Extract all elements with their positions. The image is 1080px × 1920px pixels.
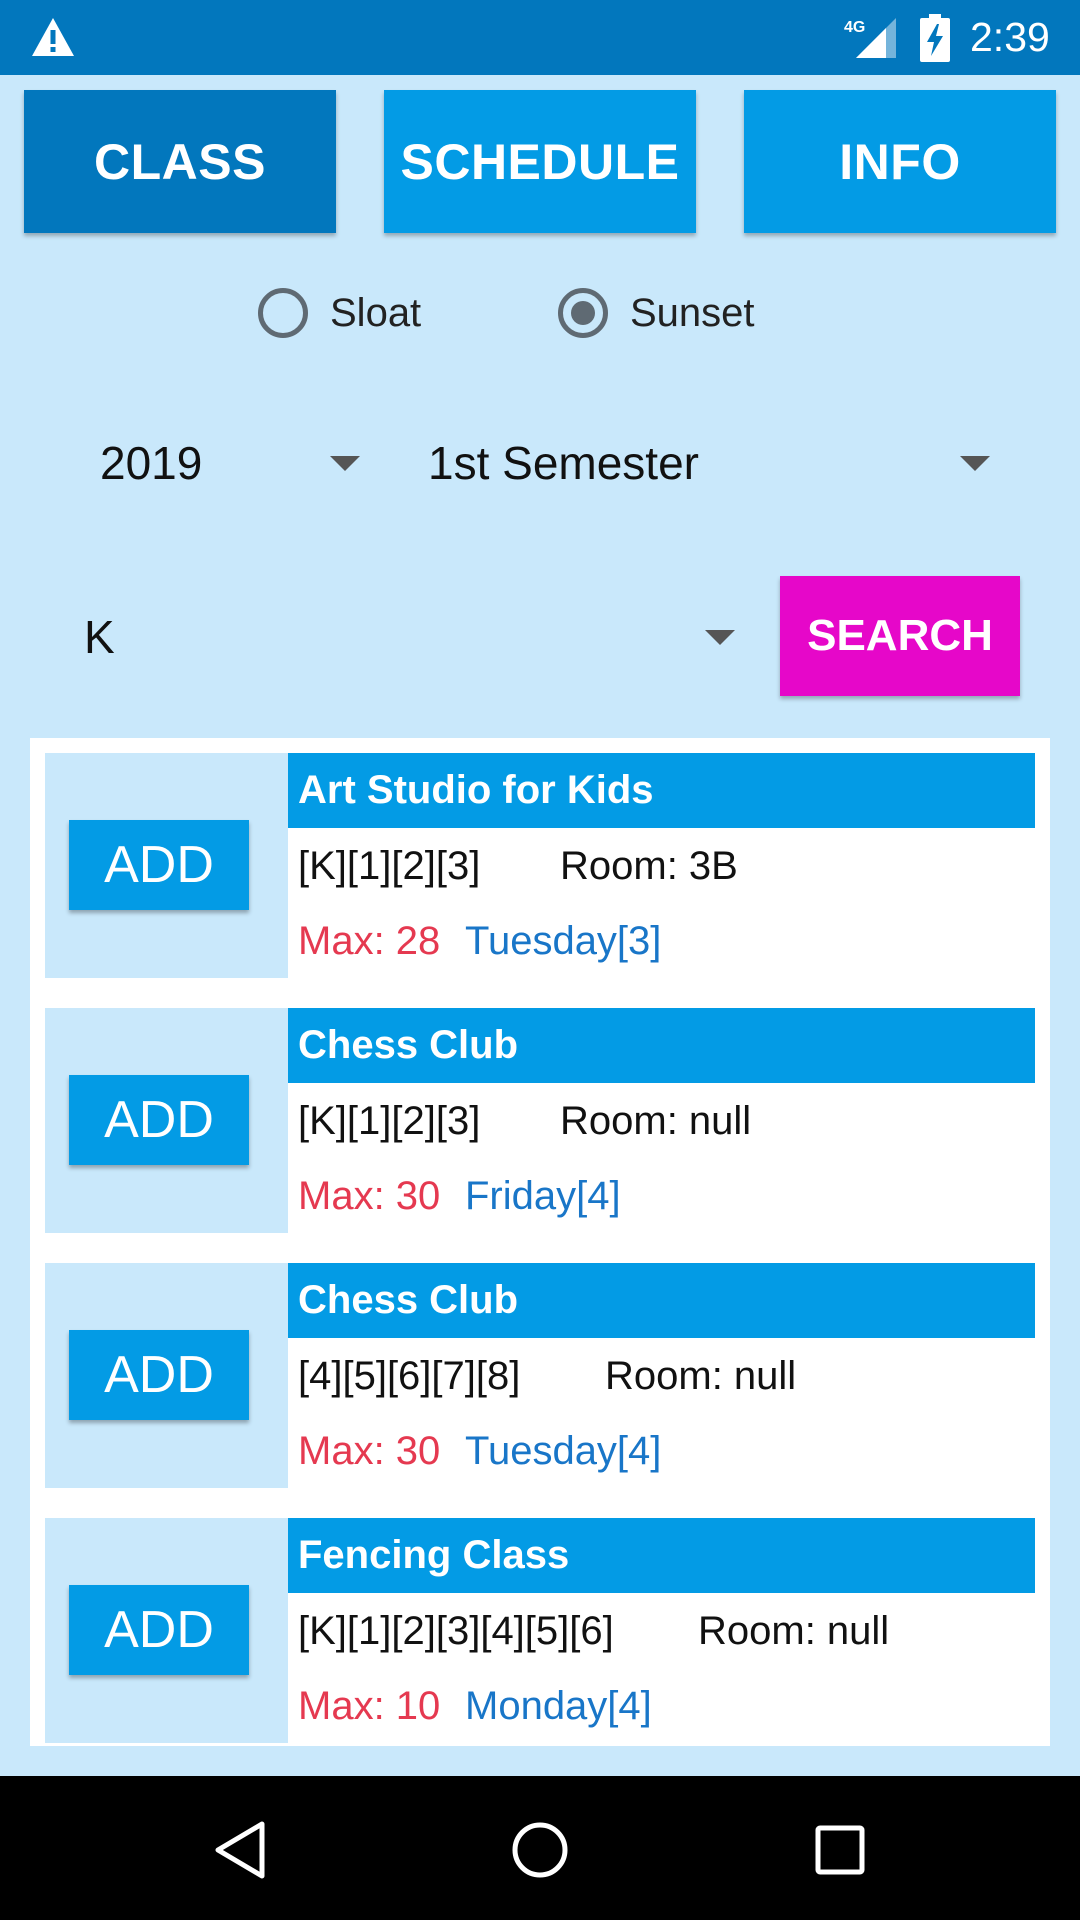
warning-icon	[32, 18, 74, 56]
year-value: 2019	[100, 437, 203, 489]
status-bar: 4G 2:39	[0, 0, 1080, 75]
class-grades: [K][1][2][3][4][5][6]	[298, 1609, 614, 1653]
chevron-down-icon	[330, 456, 360, 471]
home-icon[interactable]	[510, 1820, 570, 1880]
chevron-down-icon	[960, 456, 990, 471]
status-time: 2:39	[970, 14, 1050, 60]
class-day: Friday[4]	[465, 1174, 621, 1218]
search-button[interactable]: SEARCH	[780, 576, 1020, 696]
battery-charging-icon	[920, 14, 950, 62]
class-day: Tuesday[3]	[465, 919, 662, 963]
class-grades: [K][1][2][3]	[298, 1099, 481, 1143]
class-card: ADD Fencing Class [K][1][2][3][4][5][6] …	[45, 1518, 1038, 1743]
back-icon[interactable]	[212, 1820, 268, 1880]
grade-value: K	[84, 611, 115, 663]
year-dropdown[interactable]: 2019	[80, 428, 370, 498]
tab-class[interactable]: CLASS	[24, 90, 336, 233]
chevron-down-icon	[705, 630, 735, 645]
tab-schedule[interactable]: SCHEDULE	[384, 90, 696, 233]
class-card: ADD Chess Club [4][5][6][7][8] Room: nul…	[45, 1263, 1038, 1488]
class-list[interactable]: ADD Art Studio for Kids [K][1][2][3] Roo…	[30, 738, 1050, 1746]
signal-icon: 4G	[844, 18, 896, 58]
radio-button-icon	[258, 288, 308, 338]
class-room: Room: 3B	[560, 844, 738, 888]
class-max: Max: 30	[298, 1174, 441, 1218]
radio-label-sloat: Sloat	[330, 290, 422, 335]
add-class-button[interactable]: ADD	[69, 820, 249, 910]
radio-button-checked-icon	[558, 288, 608, 338]
class-max: Max: 30	[298, 1429, 441, 1473]
class-room: Room: null	[560, 1099, 752, 1143]
class-title: Art Studio for Kids	[288, 753, 1035, 828]
class-title: Chess Club	[288, 1263, 1035, 1338]
class-grades: [K][1][2][3]	[298, 844, 481, 888]
class-room: Room: null	[605, 1354, 797, 1398]
network-type-label: 4G	[844, 19, 865, 36]
class-card: ADD Art Studio for Kids [K][1][2][3] Roo…	[45, 753, 1038, 978]
add-class-button[interactable]: ADD	[69, 1585, 249, 1675]
class-title: Chess Club	[288, 1008, 1035, 1083]
class-grades: [4][5][6][7][8]	[298, 1354, 521, 1398]
radio-sunset[interactable]: Sunset	[558, 283, 755, 343]
add-class-button[interactable]: ADD	[69, 1330, 249, 1420]
semester-value: 1st Semester	[428, 437, 699, 489]
radio-label-sunset: Sunset	[630, 290, 755, 335]
semester-dropdown[interactable]: 1st Semester	[410, 428, 1010, 498]
class-max: Max: 28	[298, 919, 441, 963]
grade-dropdown[interactable]: K	[60, 602, 740, 672]
navigation-bar	[0, 1776, 1080, 1920]
class-title: Fencing Class	[288, 1518, 1035, 1593]
radio-sloat[interactable]: Sloat	[258, 283, 421, 343]
class-room: Room: null	[698, 1609, 890, 1653]
add-class-button[interactable]: ADD	[69, 1075, 249, 1165]
class-day: Tuesday[4]	[465, 1429, 662, 1473]
tab-info[interactable]: INFO	[744, 90, 1056, 233]
class-day: Monday[4]	[465, 1684, 652, 1728]
class-max: Max: 10	[298, 1684, 441, 1728]
class-card: ADD Chess Club [K][1][2][3] Room: null M…	[45, 1008, 1038, 1233]
recents-icon[interactable]	[814, 1824, 866, 1876]
